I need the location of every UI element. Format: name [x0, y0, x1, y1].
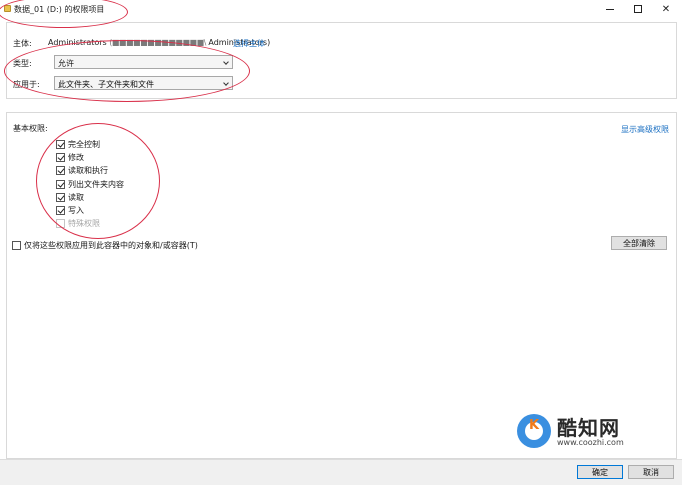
principal-value-obscured: (■■■■■■■■■■■■■\ — [109, 38, 206, 47]
permission-label: 完全控制 — [68, 139, 100, 149]
chevron-down-icon — [223, 80, 229, 86]
type-select-value: 允许 — [58, 59, 74, 68]
checkbox[interactable] — [56, 179, 65, 189]
maximize-icon — [634, 5, 642, 13]
permission-read-execute[interactable]: 读取和执行 — [56, 164, 108, 176]
applies-to-select-value: 此文件夹、子文件夹和文件 — [58, 80, 154, 89]
type-label: 类型: — [13, 59, 32, 68]
permission-modify[interactable]: 修改 — [56, 151, 84, 163]
checkbox[interactable] — [56, 192, 65, 202]
type-select[interactable]: 允许 — [54, 55, 233, 69]
watermark-url: www.coozhi.com — [557, 438, 624, 447]
principal-label: 主体: — [13, 39, 32, 48]
permission-list-folder[interactable]: 列出文件夹内容 — [56, 178, 124, 190]
permission-special: 特殊权限 — [56, 217, 100, 229]
checkbox — [56, 218, 65, 228]
minimize-icon — [606, 8, 614, 10]
permission-label: 列出文件夹内容 — [68, 179, 124, 189]
principal-value-prefix: Administrators — [48, 38, 107, 47]
cancel-button[interactable]: 取消 — [628, 465, 674, 479]
permission-full-control[interactable]: 完全控制 — [56, 138, 100, 150]
checkbox[interactable] — [56, 139, 65, 149]
checkbox[interactable] — [12, 240, 21, 250]
show-advanced-permissions-link[interactable]: 显示高级权限 — [621, 124, 669, 135]
applies-to-select[interactable]: 此文件夹、子文件夹和文件 — [54, 76, 233, 90]
ok-button[interactable]: 确定 — [577, 465, 623, 479]
basic-permissions-label: 基本权限: — [13, 124, 48, 133]
permission-label: 修改 — [68, 152, 84, 162]
permission-label: 读取和执行 — [68, 165, 108, 175]
checkbox[interactable] — [56, 152, 65, 162]
checkbox[interactable] — [56, 165, 65, 175]
maximize-button[interactable] — [624, 0, 652, 18]
principal-panel: 主体: Administrators (■■■■■■■■■■■■■\ Admin… — [6, 22, 677, 99]
clear-all-button[interactable]: 全部清除 — [611, 236, 667, 250]
applies-to-label: 应用于: — [13, 80, 40, 89]
watermark-name: 酷知网 — [557, 416, 620, 440]
close-icon: ✕ — [661, 3, 671, 15]
permission-write[interactable]: 写入 — [56, 204, 84, 216]
chevron-down-icon — [223, 59, 229, 65]
apply-only-to-container-option[interactable]: 仅将这些权限应用到此容器中的对象和/或容器(T) — [12, 239, 198, 251]
close-button[interactable]: ✕ — [652, 0, 680, 18]
title-bar: 数据_01 (D:) 的权限项目 ✕ — [0, 0, 682, 18]
permission-read[interactable]: 读取 — [56, 191, 84, 203]
folder-icon — [4, 5, 11, 12]
permission-label: 特殊权限 — [68, 218, 100, 228]
permission-label: 读取 — [68, 192, 84, 202]
window-title: 数据_01 (D:) 的权限项目 — [14, 5, 105, 14]
permission-label: 写入 — [68, 205, 84, 215]
watermark-logo-letter: K — [528, 418, 540, 433]
checkbox[interactable] — [56, 205, 65, 215]
minimize-button[interactable] — [596, 0, 624, 18]
apply-only-label: 仅将这些权限应用到此容器中的对象和/或容器(T) — [24, 240, 198, 250]
select-principal-link[interactable]: 选择主体 — [233, 38, 265, 49]
watermark: K 酷知网 www.coozhi.com — [517, 408, 657, 460]
